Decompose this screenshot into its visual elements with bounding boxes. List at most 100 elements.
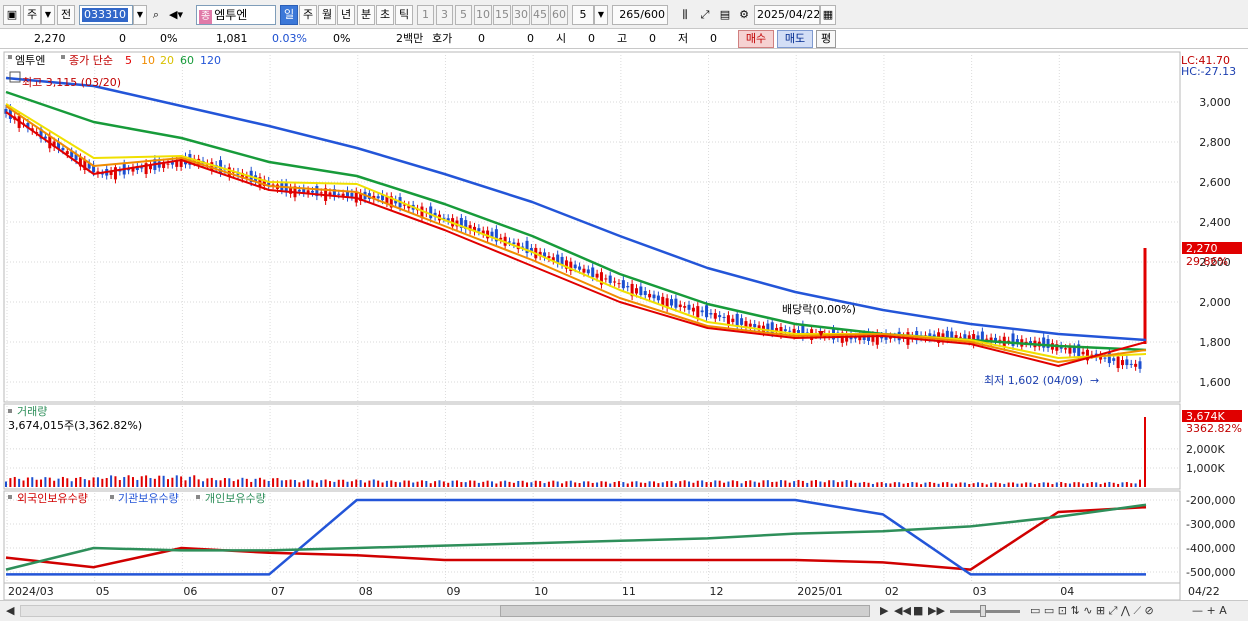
interval-10[interactable]: 10 <box>474 5 492 25</box>
volume-bar <box>683 480 686 487</box>
volume-tick-label: 1,000K <box>1186 462 1225 475</box>
volume-bar <box>937 483 940 487</box>
scroll-left-icon[interactable]: ◀ <box>6 603 14 618</box>
volume-bar <box>228 478 231 487</box>
volume-bar <box>736 481 739 487</box>
x-tick-label: 06 <box>183 585 197 598</box>
x-end-label: 04/22 <box>1188 585 1220 598</box>
interval-1[interactable]: 1 <box>417 5 434 25</box>
legend-ma10: 10 <box>141 54 155 67</box>
period-month[interactable]: 월 <box>318 5 336 25</box>
trend-tool-icon[interactable]: ⤢ <box>696 5 714 25</box>
buy-button[interactable]: 매수 <box>738 30 774 48</box>
volume-bar <box>127 475 130 487</box>
calendar-icon[interactable]: ▦ <box>820 5 836 25</box>
candle-settings-icon[interactable]: ⫼ <box>676 5 694 25</box>
volume-bar <box>1033 484 1036 487</box>
save-icon[interactable]: ▤ <box>716 5 734 25</box>
avg-button[interactable]: 평 <box>816 30 836 48</box>
candle-body <box>626 286 630 288</box>
stop-button[interactable]: ■ <box>913 603 923 618</box>
gear-icon[interactable]: ⚙ <box>735 5 753 25</box>
interval-45[interactable]: 45 <box>531 5 549 25</box>
volume-bar <box>315 482 318 487</box>
volume-bar <box>508 481 511 487</box>
period-minute[interactable]: 분 <box>357 5 375 25</box>
search-icon[interactable]: ⌕ <box>148 5 164 25</box>
volume-bar <box>920 484 923 487</box>
interval-input[interactable]: 5 <box>572 5 594 25</box>
volume-bar <box>714 480 717 487</box>
chart-type-icon[interactable]: ▣ <box>3 5 21 25</box>
volume-bar <box>1051 484 1054 487</box>
stock-chart[interactable]: 3,0002,8002,6002,4002,2002,0001,8001,600… <box>0 49 1248 600</box>
volume-bar <box>1134 483 1137 487</box>
volume-bar <box>96 477 99 487</box>
volume-bar <box>731 480 734 487</box>
volume-bar <box>1016 483 1019 487</box>
volume-bar <box>517 480 520 487</box>
x-tick-label: 10 <box>534 585 548 598</box>
x-tick-label: 12 <box>710 585 724 598</box>
interval-60[interactable]: 60 <box>550 5 568 25</box>
code-dropdown-icon[interactable]: ▼ <box>133 5 147 25</box>
volume-bar <box>40 479 43 487</box>
period-tick[interactable]: 틱 <box>395 5 413 25</box>
candle-body <box>718 315 722 318</box>
interval-dropdown-icon[interactable]: ▼ <box>594 5 608 25</box>
play-button[interactable]: ▶ <box>880 603 888 618</box>
volume-bar <box>272 478 275 487</box>
x-tick-label: 04 <box>1060 585 1074 598</box>
volume-bar <box>101 478 104 487</box>
count-input[interactable]: 265/600 <box>612 5 668 25</box>
x-tick-label: 2025/01 <box>797 585 843 598</box>
interval-30[interactable]: 30 <box>512 5 530 25</box>
code-input[interactable]: 033310 <box>79 5 133 25</box>
candle-body <box>696 306 700 318</box>
volume-bar <box>289 479 292 487</box>
scrollbar-thumb[interactable] <box>500 605 870 617</box>
type-dropdown-icon[interactable]: ▼ <box>41 5 55 25</box>
volume-bar <box>372 479 375 487</box>
volume-bar <box>718 480 721 487</box>
forward-button[interactable]: ▶▶ <box>928 603 945 618</box>
candle-body <box>726 315 730 325</box>
sell-button[interactable]: 매도 <box>777 30 813 48</box>
volume-bar <box>175 475 178 487</box>
tool-icons[interactable]: ▭ ▭ ⊡ ⇅ ∿ ⊞ ⤢ ⋀ ⟋ ⊘ <box>1030 603 1154 618</box>
prev-button[interactable]: 전 <box>57 5 75 25</box>
interval-15[interactable]: 15 <box>493 5 511 25</box>
candle-body <box>1120 360 1124 366</box>
volume-bar <box>1020 483 1023 487</box>
zoom-tools[interactable]: — + A <box>1192 603 1227 618</box>
volume-bar <box>933 482 936 487</box>
volume-bar <box>530 482 533 487</box>
interval-3[interactable]: 3 <box>436 5 453 25</box>
volume-bar <box>486 480 489 487</box>
period-week[interactable]: 주 <box>299 5 317 25</box>
type-select[interactable]: 주 <box>23 5 41 25</box>
volume-bar <box>1139 479 1141 487</box>
candle-body <box>796 330 800 333</box>
volume-bar <box>123 477 126 487</box>
period-year[interactable]: 년 <box>337 5 355 25</box>
interval-5[interactable]: 5 <box>455 5 472 25</box>
speaker-icon[interactable]: ◀▾ <box>166 5 186 25</box>
volume-bar <box>688 481 691 487</box>
candle-body <box>713 313 717 319</box>
period-second[interactable]: 초 <box>376 5 394 25</box>
volume-bar <box>140 476 143 487</box>
quote-label: 호가 <box>432 32 453 45</box>
zoom-slider-handle[interactable] <box>980 605 986 617</box>
candle-body <box>319 192 323 194</box>
low-value: 0 <box>710 32 717 45</box>
volume-bar <box>105 478 108 487</box>
quote-2: 0 <box>527 32 534 45</box>
stock-name-field[interactable]: 종 엠투엔 <box>196 5 276 25</box>
rewind-button[interactable]: ◀◀ <box>894 603 911 618</box>
candle-body <box>604 278 608 280</box>
legend-square-icon <box>61 55 65 59</box>
volume-bar <box>801 480 804 487</box>
period-day[interactable]: 일 <box>280 5 298 25</box>
date-input[interactable]: 2025/04/22 <box>754 5 820 25</box>
